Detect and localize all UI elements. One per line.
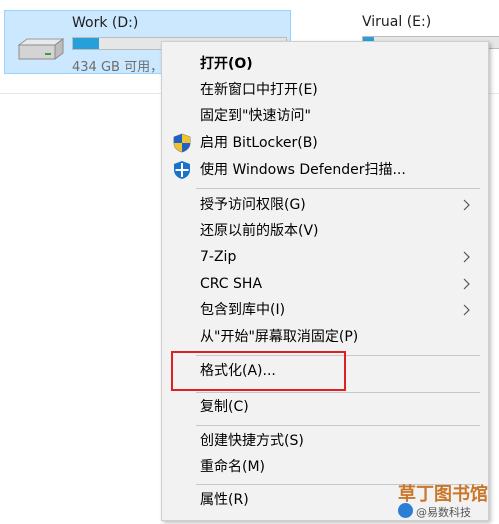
menu-item-7zip[interactable]: 7-Zip — [162, 245, 488, 269]
menu-item-open-new-window[interactable]: 在新窗口中打开(E) — [162, 78, 488, 102]
menu-item-label: 复制(C) — [200, 399, 249, 415]
watermark-handle: @易数科技 — [416, 506, 471, 519]
watermark-logo-icon — [398, 503, 413, 518]
menu-item-label: 还原以前的版本(V) — [200, 223, 319, 239]
chevron-right-icon — [463, 199, 470, 211]
menu-item-label: 在新窗口中打开(E) — [200, 82, 318, 98]
menu-item-label: 授予访问权限(G) — [200, 197, 306, 213]
menu-item-unpin-start[interactable]: 从"开始"屏幕取消固定(P) — [162, 325, 488, 349]
menu-item-label: 打开(O) — [200, 56, 253, 72]
menu-item-label: 重命名(M) — [200, 459, 266, 475]
menu-item-label: 创建快捷方式(S) — [200, 433, 304, 449]
menu-item-grant-access[interactable]: 授予访问权限(G) — [162, 193, 488, 217]
context-menu: 打开(O) 在新窗口中打开(E) 固定到"快速访问" 启用 BitLocker(… — [161, 41, 489, 521]
menu-item-label: 使用 Windows Defender扫描... — [200, 162, 406, 178]
shield-icon — [173, 133, 191, 153]
chevron-right-icon — [463, 304, 470, 316]
menu-item-label: 启用 BitLocker(B) — [200, 135, 318, 151]
menu-item-restore-previous[interactable]: 还原以前的版本(V) — [162, 219, 488, 243]
drive-d-free-space: 434 GB 可用， — [72, 60, 164, 75]
drive-e-name: Virual (E:) — [362, 14, 432, 30]
watermark: 草丁图书馆 @易数科技 — [398, 480, 498, 524]
menu-item-rename[interactable]: 重命名(M) — [162, 455, 488, 479]
drive-d-usage-fill — [73, 38, 99, 49]
watermark-title: 草丁图书馆 — [398, 484, 488, 505]
menu-item-label: 包含到库中(I) — [200, 302, 286, 318]
menu-item-defender-scan[interactable]: 使用 Windows Defender扫描... — [162, 158, 488, 182]
menu-separator — [196, 425, 480, 426]
menu-item-create-shortcut[interactable]: 创建快捷方式(S) — [162, 429, 488, 453]
menu-item-label: 属性(R) — [200, 492, 249, 508]
hard-drive-icon — [17, 38, 65, 60]
menu-item-label: 固定到"快速访问" — [200, 108, 311, 124]
menu-item-label: CRC SHA — [200, 276, 263, 292]
menu-item-label: 从"开始"屏幕取消固定(P) — [200, 329, 359, 345]
menu-item-bitlocker[interactable]: 启用 BitLocker(B) — [162, 131, 488, 155]
format-highlight-box — [171, 351, 346, 391]
menu-item-copy[interactable]: 复制(C) — [162, 395, 488, 419]
menu-item-include-library[interactable]: 包含到库中(I) — [162, 298, 488, 322]
menu-item-open[interactable]: 打开(O) — [162, 52, 488, 76]
drive-d-name: Work (D:) — [72, 15, 139, 31]
chevron-right-icon — [463, 278, 470, 290]
menu-separator — [196, 188, 480, 189]
menu-item-crc-sha[interactable]: CRC SHA — [162, 272, 488, 296]
defender-icon — [174, 161, 190, 179]
menu-item-label: 7-Zip — [200, 249, 237, 265]
menu-separator — [196, 392, 480, 393]
chevron-right-icon — [463, 251, 470, 263]
menu-item-pin-quick-access[interactable]: 固定到"快速访问" — [162, 104, 488, 128]
